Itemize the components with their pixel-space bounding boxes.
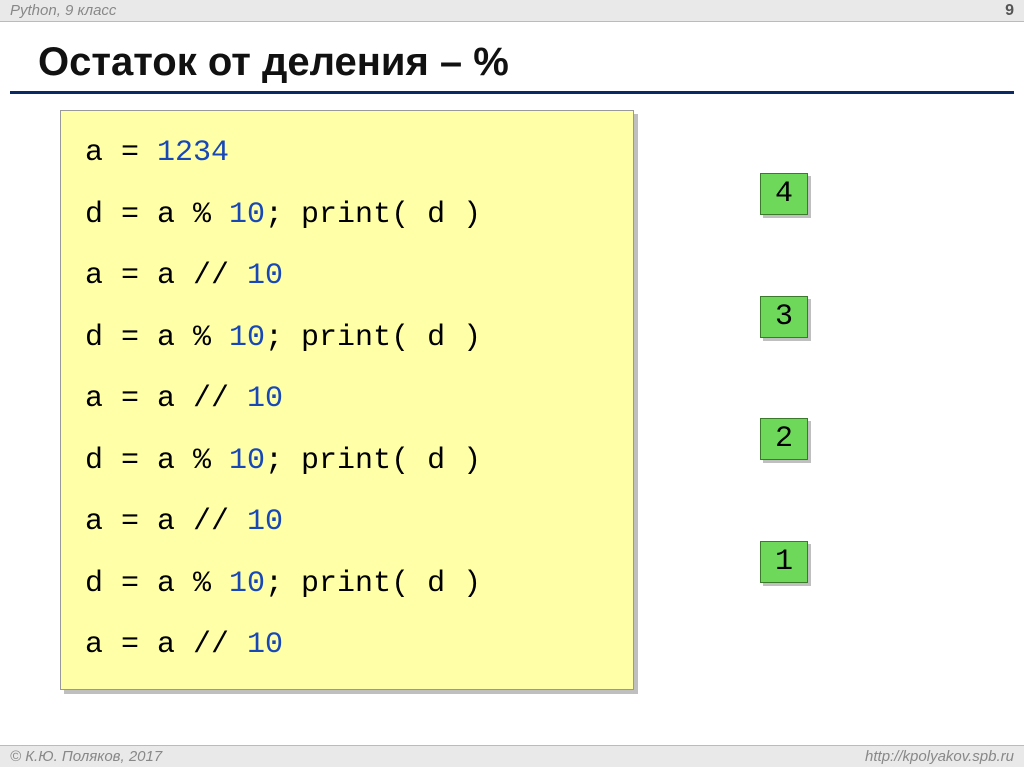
code-number-literal: 10: [229, 321, 265, 355]
output-value-box: 1: [760, 541, 808, 583]
code-line: a = 1234: [85, 136, 229, 170]
code-text: ; print( d ): [265, 198, 481, 232]
footer-url: http://kpolyakov.spb.ru: [865, 748, 1014, 765]
code-line: a = a // 10: [85, 505, 283, 539]
code-number-literal: 10: [247, 628, 283, 662]
code-text: ; print( d ): [265, 444, 481, 478]
code-line: d = a % 10; print( d ): [85, 567, 481, 601]
code-number-literal: 10: [229, 567, 265, 601]
code-text: d = a %: [85, 198, 229, 232]
code-number-literal: 10: [229, 444, 265, 478]
code-number-literal: 10: [247, 259, 283, 293]
output-value-box: 2: [760, 418, 808, 460]
slide-footer: © К.Ю. Поляков, 2017 http://kpolyakov.sp…: [0, 745, 1024, 767]
code-text: a =: [85, 136, 157, 170]
page-number: 9: [1005, 2, 1014, 20]
slide-title: Остаток от деления – %: [38, 40, 1024, 85]
code-text: a = a //: [85, 628, 247, 662]
code-number-literal: 10: [247, 382, 283, 416]
code-number-literal: 10: [247, 505, 283, 539]
code-text: d = a %: [85, 321, 229, 355]
output-value-box: 3: [760, 296, 808, 338]
code-line: d = a % 10; print( d ): [85, 444, 481, 478]
code-text: a = a //: [85, 505, 247, 539]
code-number-literal: 10: [229, 198, 265, 232]
code-text: ; print( d ): [265, 321, 481, 355]
code-line: d = a % 10; print( d ): [85, 321, 481, 355]
course-label: Python, 9 класс: [10, 2, 116, 19]
code-text: a = a //: [85, 259, 247, 293]
copyright-text: © К.Ю. Поляков, 2017: [10, 748, 162, 765]
output-value-box: 4: [760, 173, 808, 215]
code-text: d = a %: [85, 444, 229, 478]
code-text: ; print( d ): [265, 567, 481, 601]
code-text: d = a %: [85, 567, 229, 601]
code-text: a = a //: [85, 382, 247, 416]
code-line: a = a // 10: [85, 628, 283, 662]
code-number-literal: 1234: [157, 136, 229, 170]
code-block: a = 1234 d = a % 10; print( d ) a = a //…: [60, 110, 634, 690]
slide-header: Python, 9 класс 9: [0, 0, 1024, 22]
code-line: d = a % 10; print( d ): [85, 198, 481, 232]
code-line: a = a // 10: [85, 259, 283, 293]
code-line: a = a // 10: [85, 382, 283, 416]
slide-content: a = 1234 d = a % 10; print( d ) a = a //…: [0, 94, 1024, 690]
